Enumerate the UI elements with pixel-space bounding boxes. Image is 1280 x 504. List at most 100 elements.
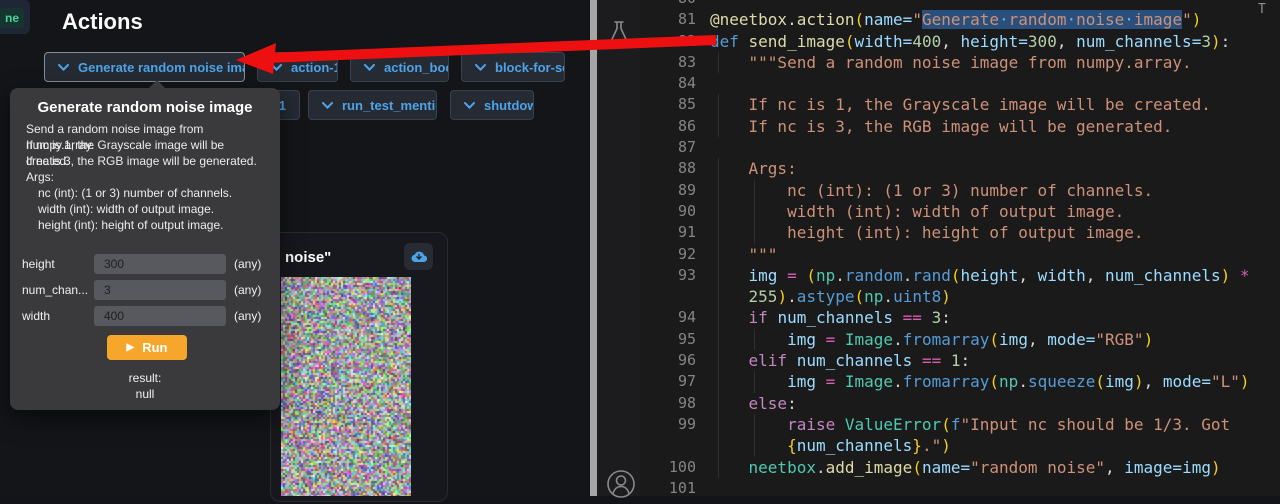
indent-guide [718, 350, 719, 371]
indent-guide [718, 457, 719, 478]
num-channels-field[interactable] [94, 280, 226, 300]
popup-title: Generate random noise image [10, 99, 280, 116]
action-button-block-for-sec[interactable]: block-for-sec [461, 52, 565, 82]
line-number: 90 [640, 201, 696, 222]
indent-guide [718, 94, 719, 115]
page-title: Actions [62, 9, 143, 35]
code-line: 83 """Send a random noise image from num… [640, 52, 1280, 73]
code-line: 94 if num_channels == 3: [640, 307, 1280, 328]
browser-scrollbar[interactable] [590, 0, 597, 496]
field-label-num-channels: num_chan... [22, 283, 88, 297]
code-line: 87 [640, 137, 1280, 158]
popup-arg-line: height (int): height of output image. [38, 217, 270, 233]
code-line: 100 neetbox.add_image(name="random noise… [640, 457, 1280, 478]
action-button-action-1[interactable]: action-1 [257, 52, 338, 82]
project-badge: ne [0, 8, 24, 28]
chevron-down-icon [364, 64, 375, 71]
indent-guide [718, 286, 719, 307]
indent-guide [718, 435, 719, 456]
popup-arg-line: nc (int): (1 or 3) number of channels. [38, 185, 270, 201]
play-icon: ▶ [127, 342, 135, 353]
account-icon[interactable] [606, 469, 636, 504]
indent-guide [754, 329, 755, 350]
indent-guide [718, 116, 719, 137]
field-hint: (any) [234, 309, 261, 323]
line-number: 95 [640, 329, 696, 350]
indent-guide [718, 244, 719, 265]
cloud-download-button[interactable] [404, 243, 433, 270]
width-field[interactable] [94, 306, 226, 326]
indent-guide [718, 265, 719, 286]
line-number [640, 286, 696, 307]
code-editor[interactable]: 8081@neetbox.action(name="Generate·rando… [640, 0, 1280, 496]
code-line: 101 [640, 478, 1280, 496]
run-button-label: Run [142, 340, 167, 355]
popup-pointer [148, 80, 166, 89]
sidebar-item[interactable]: ne [0, 0, 30, 34]
line-number: 99 [640, 414, 696, 435]
code-line: 82def send_image(width=400, height=300, … [640, 31, 1280, 52]
code-line: 85 If nc is 1, the Grayscale image will … [640, 94, 1280, 115]
field-label-width: width [22, 309, 50, 323]
code-line: 81@neetbox.action(name="Generate·random·… [640, 9, 1280, 30]
action-button-generate-random-noise-image[interactable]: Generate random noise image [44, 52, 245, 82]
line-number: 94 [640, 307, 696, 328]
action-button-label: action-1 [291, 60, 338, 75]
code-line: {num_channels}.") [640, 435, 1280, 456]
popup-description-line: If nc is 3, the RGB image will be genera… [26, 153, 270, 169]
line-number: 88 [640, 158, 696, 179]
indent-guide [718, 201, 719, 222]
indent-guide [718, 307, 719, 328]
chevron-down-icon [271, 64, 282, 71]
code-line: 91 height (int): height of output image. [640, 222, 1280, 243]
action-button-label: block-for-sec [495, 60, 565, 75]
action-button-action-bool[interactable]: action_bool [350, 52, 449, 82]
line-number: 85 [640, 94, 696, 115]
chevron-down-icon [475, 64, 486, 71]
line-number: 92 [640, 244, 696, 265]
popup-arg-line: width (int): width of output image. [38, 201, 270, 217]
indent-guide [718, 52, 719, 73]
code-line: 90 width (int): width of output image. [640, 201, 1280, 222]
indent-guide [718, 180, 719, 201]
image-card-title: noise" [285, 249, 331, 266]
action-button-run-test-mention[interactable]: run_test_mention [308, 90, 437, 120]
random-noise-image [281, 277, 411, 496]
line-number: 89 [640, 180, 696, 201]
indent-guide [718, 329, 719, 350]
minimap-fragment: T [1258, 2, 1266, 17]
indent-guide [754, 222, 755, 243]
chevron-down-icon [58, 64, 69, 71]
code-line: 97 img = Image.fromarray(np.squeeze(img)… [640, 371, 1280, 392]
line-number: 93 [640, 265, 696, 286]
line-number: 101 [640, 478, 696, 496]
action-button-shutdown[interactable]: shutdown [450, 90, 534, 120]
result-label: result: [10, 371, 280, 385]
line-number: 84 [640, 73, 696, 94]
line-number: 82 [640, 31, 696, 52]
dashboard-panel: ne Actions Generate random noise image a… [0, 0, 590, 496]
code-line: 80 [640, 0, 1280, 9]
code-line: 92 """ [640, 244, 1280, 265]
cloud-download-icon [411, 250, 427, 263]
line-number: 81 [640, 9, 696, 30]
testing-flask-icon[interactable] [608, 20, 630, 51]
activity-bar [597, 0, 640, 496]
code-area: 8081@neetbox.action(name="Generate·rando… [640, 0, 1280, 496]
code-line: 99 raise ValueError(f"Input nc should be… [640, 414, 1280, 435]
height-field[interactable] [94, 254, 226, 274]
run-button[interactable]: ▶ Run [107, 335, 187, 360]
chevron-down-icon [322, 102, 333, 109]
code-line: 84 [640, 73, 1280, 94]
indent-guide [718, 371, 719, 392]
line-number: 98 [640, 393, 696, 414]
code-line: 89 nc (int): (1 or 3) number of channels… [640, 180, 1280, 201]
line-number: 83 [640, 52, 696, 73]
line-number: 80 [640, 0, 696, 9]
indent-guide [718, 393, 719, 414]
field-hint: (any) [234, 283, 261, 297]
code-line: 88 Args: [640, 158, 1280, 179]
line-number: 100 [640, 457, 696, 478]
line-number: 96 [640, 350, 696, 371]
indent-guide [718, 222, 719, 243]
